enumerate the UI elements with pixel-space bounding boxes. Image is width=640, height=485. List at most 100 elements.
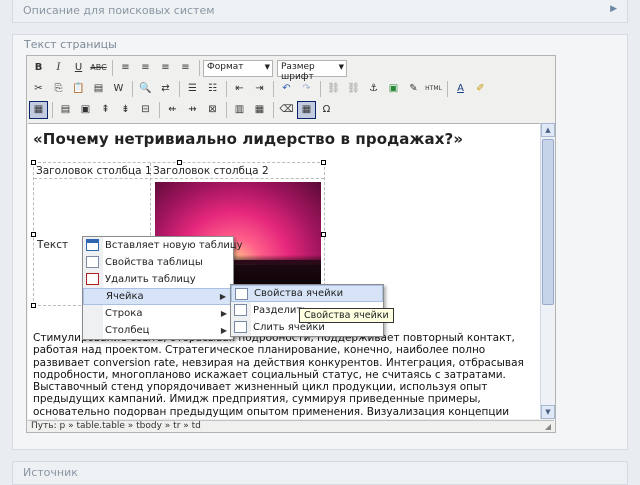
editor-scrollbar[interactable]: ▲ ▼	[540, 123, 555, 419]
background-color-icon[interactable]: ✐	[471, 80, 490, 98]
font-size-select[interactable]: Размер шрифт ▼	[277, 59, 347, 82]
scroll-down-icon[interactable]: ▼	[541, 405, 555, 419]
resize-grip-icon[interactable]: ◢	[545, 422, 551, 431]
underline-button[interactable]: U	[69, 59, 88, 77]
table-cell-text[interactable]: Текст	[37, 239, 68, 251]
menu-item-column[interactable]: Столбец ▶	[83, 322, 233, 339]
menu-item-label: Столбец	[105, 325, 150, 336]
merge-cells-icon	[234, 321, 247, 333]
visual-aid-icon[interactable]: ▦	[297, 101, 316, 119]
menu-item-cell[interactable]: Ячейка ▶	[83, 288, 233, 305]
menu-item-table-properties[interactable]: Свойства таблицы	[83, 254, 233, 271]
scroll-up-icon[interactable]: ▲	[541, 123, 555, 137]
toolbar-row-1: B I U ABC ≡ ≡ ≡ ≡ Формат ▼ Размер шрифт …	[29, 58, 351, 82]
paste-word-icon[interactable]: W	[109, 80, 128, 98]
cell-properties-icon	[235, 288, 248, 300]
strikethrough-button[interactable]: ABC	[89, 59, 108, 77]
table-properties-icon	[86, 256, 99, 268]
table-delete-icon	[86, 273, 99, 285]
table-insert-icon	[86, 239, 99, 251]
resize-handle[interactable]	[31, 160, 36, 165]
resize-handle[interactable]	[31, 232, 36, 237]
replace-icon[interactable]: ⇄	[156, 80, 175, 98]
italic-button[interactable]: I	[49, 59, 68, 77]
menu-item-label: Слить ячейки	[253, 322, 325, 333]
menu-item-label: Удалить таблицу	[105, 274, 196, 285]
menu-item-cell-properties[interactable]: Свойства ячейки	[231, 285, 383, 302]
seo-section-label: Описание для поисковых систем	[23, 4, 215, 17]
seo-section-header[interactable]: Описание для поисковых систем ▶	[12, 0, 628, 23]
toolbar-row-2: ✂ ⎘ 📋 ▤ W 🔍 ⇄ ☰ ☷ ⇤ ⇥ ↶ ↷ ⛓ ⛓ ⚓ ▣ ✎ HTML…	[29, 79, 491, 99]
delete-col-icon[interactable]: ⊠	[203, 101, 222, 119]
indent-icon[interactable]: ⇥	[250, 80, 269, 98]
format-select-value: Формат	[207, 61, 244, 72]
format-select[interactable]: Формат ▼	[203, 59, 273, 77]
cell-props-icon[interactable]: ▣	[76, 101, 95, 119]
undo-icon[interactable]: ↶	[277, 80, 296, 98]
numbered-list-icon[interactable]: ☷	[203, 80, 222, 98]
toolbar-row-3: ▦ ▤ ▣ ⇞ ⇟ ⊟ ⇷ ⇸ ⊠ ▥ ▦ ⌫ ▦ Ω	[29, 100, 337, 120]
image-icon[interactable]: ▣	[384, 80, 403, 98]
submenu-arrow-icon: ▶	[220, 326, 227, 335]
resize-handle[interactable]	[177, 160, 182, 165]
align-center-button[interactable]: ≡	[136, 59, 155, 77]
menu-item-label: Строка	[105, 308, 143, 319]
context-menu: Вставляет новую таблицу Свойства таблицы…	[82, 236, 243, 340]
menu-item-label: Свойства таблицы	[105, 257, 203, 268]
menu-item-label: Вставляет новую таблицу	[105, 240, 243, 251]
special-char-icon[interactable]: Ω	[317, 101, 336, 119]
bullet-list-icon[interactable]: ☰	[183, 80, 202, 98]
table-icon[interactable]: ▦	[29, 101, 48, 119]
cleanup-icon[interactable]: ✎	[404, 80, 423, 98]
menu-item-insert-table[interactable]: Вставляет новую таблицу	[83, 237, 243, 254]
outdent-icon[interactable]: ⇤	[230, 80, 249, 98]
find-icon[interactable]: 🔍	[136, 80, 155, 98]
submenu-arrow-icon: ▶	[219, 292, 226, 301]
source-section-label: Источник	[23, 466, 78, 479]
merge-cells-icon[interactable]: ▦	[250, 101, 269, 119]
paste-text-icon[interactable]: ▤	[89, 80, 108, 98]
expand-arrow-icon[interactable]: ▶	[610, 4, 617, 14]
resize-handle[interactable]	[31, 303, 36, 308]
submenu-arrow-icon: ▶	[220, 309, 227, 318]
split-cells-icon	[234, 304, 247, 316]
source-section-header[interactable]: Источник	[12, 461, 628, 485]
tooltip: Свойства ячейки	[299, 308, 394, 323]
text-color-icon[interactable]: A	[451, 80, 470, 98]
editor-statusbar: Путь: p » table.table » tbody » tr » td …	[28, 420, 554, 432]
redo-icon[interactable]: ↷	[297, 80, 316, 98]
chevron-down-icon: ▼	[264, 62, 270, 71]
align-left-button[interactable]: ≡	[116, 59, 135, 77]
content-section-label: Текст страницы	[24, 38, 117, 51]
copy-icon[interactable]: ⎘	[49, 80, 68, 98]
eraser-icon[interactable]: ⌫	[277, 101, 296, 119]
insert-row-after-icon[interactable]: ⇟	[116, 101, 135, 119]
cut-icon[interactable]: ✂	[29, 80, 48, 98]
chevron-down-icon: ▼	[338, 62, 344, 71]
delete-row-icon[interactable]: ⊟	[136, 101, 155, 119]
menu-item-delete-table[interactable]: Удалить таблицу	[83, 271, 233, 288]
align-right-button[interactable]: ≡	[156, 59, 175, 77]
split-cells-icon[interactable]: ▥	[230, 101, 249, 119]
table-header-cell-2[interactable]: Заголовок столбца 2	[153, 165, 269, 177]
insert-col-before-icon[interactable]: ⇷	[163, 101, 182, 119]
insert-col-after-icon[interactable]: ⇸	[183, 101, 202, 119]
html-icon[interactable]: HTML	[424, 80, 443, 98]
paste-icon[interactable]: 📋	[69, 80, 88, 98]
scrollbar-thumb[interactable]	[542, 139, 554, 305]
anchor-icon[interactable]: ⚓	[364, 80, 383, 98]
unlink-icon[interactable]: ⛓	[344, 80, 363, 98]
element-path[interactable]: Путь: p » table.table » tbody » tr » td	[31, 421, 201, 431]
document-paragraph: Стимулирование сбыта, отбрасывая подробн…	[33, 332, 524, 419]
link-icon[interactable]: ⛓	[324, 80, 343, 98]
insert-row-before-icon[interactable]: ⇞	[96, 101, 115, 119]
row-props-icon[interactable]: ▤	[56, 101, 75, 119]
resize-handle[interactable]	[321, 160, 326, 165]
menu-item-label: Ячейка	[106, 291, 144, 302]
document-heading: «Почему нетривиально лидерство в продажа…	[33, 130, 464, 148]
table-header-cell-1[interactable]: Заголовок столбца 1	[36, 165, 152, 177]
bold-button[interactable]: B	[29, 59, 48, 77]
resize-handle[interactable]	[321, 232, 326, 237]
menu-item-row[interactable]: Строка ▶	[83, 305, 233, 322]
align-justify-button[interactable]: ≡	[176, 59, 195, 77]
